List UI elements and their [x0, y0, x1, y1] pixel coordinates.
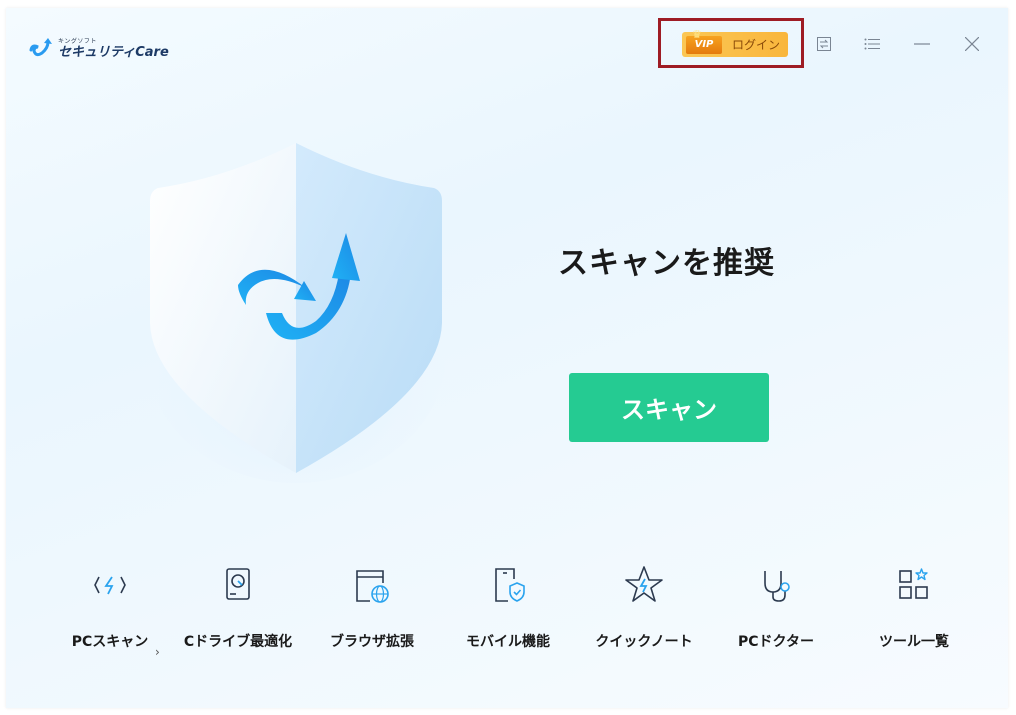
tool-label: モバイル機能	[466, 634, 550, 650]
tool-pc-doctor[interactable]: PCドクター	[726, 563, 826, 651]
crown-icon: ♛	[692, 27, 702, 41]
minimize-icon	[914, 43, 930, 45]
tools-grid-icon	[899, 568, 928, 599]
tool-pc-scan[interactable]: PCスキャン	[60, 563, 160, 651]
logo-title: セキュリティCare	[58, 45, 169, 60]
drive-icon	[226, 568, 250, 600]
shield-icon	[146, 143, 446, 483]
tool-label: ブラウザ拡張	[330, 634, 414, 650]
tool-label: クイックノート	[595, 634, 693, 650]
lightning-icon	[94, 576, 126, 595]
scan-button[interactable]: スキャン	[569, 373, 769, 442]
close-button[interactable]	[960, 32, 984, 56]
tool-label: PCドクター	[738, 634, 814, 650]
convert-icon	[817, 37, 831, 51]
app-window: キングソフト セキュリティCare ♛ VIP ログイン スキャンを推奨 スキャ…	[6, 8, 1008, 708]
tool-mobile-features[interactable]: モバイル機能	[458, 563, 558, 651]
star-icon	[625, 566, 663, 602]
menu-icon	[864, 38, 880, 50]
shield-graphic	[146, 133, 446, 483]
convert-button[interactable]	[812, 32, 836, 56]
menu-button[interactable]	[860, 32, 884, 56]
tool-label: Cドライブ最適化	[183, 634, 293, 650]
vip-badge: ♛ VIP	[686, 28, 722, 54]
tool-label: ツール一覧	[879, 634, 949, 650]
chevron-right-icon: ›	[155, 645, 160, 659]
tool-c-drive-optimize[interactable]: Cドライブ最適化	[184, 563, 292, 651]
tool-browser-extension[interactable]: ブラウザ拡張	[322, 563, 422, 651]
close-icon	[965, 37, 979, 51]
browser-globe-icon	[356, 570, 389, 603]
tool-list[interactable]: ツール一覧	[864, 563, 964, 651]
vip-login-button[interactable]: ♛ VIP ログイン	[682, 28, 788, 57]
tool-quick-note[interactable]: クイックノート	[594, 563, 694, 651]
login-label: ログイン	[732, 38, 781, 52]
minimize-button[interactable]	[910, 32, 934, 56]
mobile-shield-icon	[495, 568, 525, 602]
tool-label: PCスキャン	[71, 634, 149, 650]
app-logo: キングソフト セキュリティCare	[28, 38, 169, 60]
scan-recommend-headline: スキャンを推奨	[558, 246, 775, 281]
vip-badge-label: VIP	[694, 39, 714, 50]
logo-arrow-icon	[29, 38, 52, 57]
stethoscope-icon	[764, 571, 790, 602]
